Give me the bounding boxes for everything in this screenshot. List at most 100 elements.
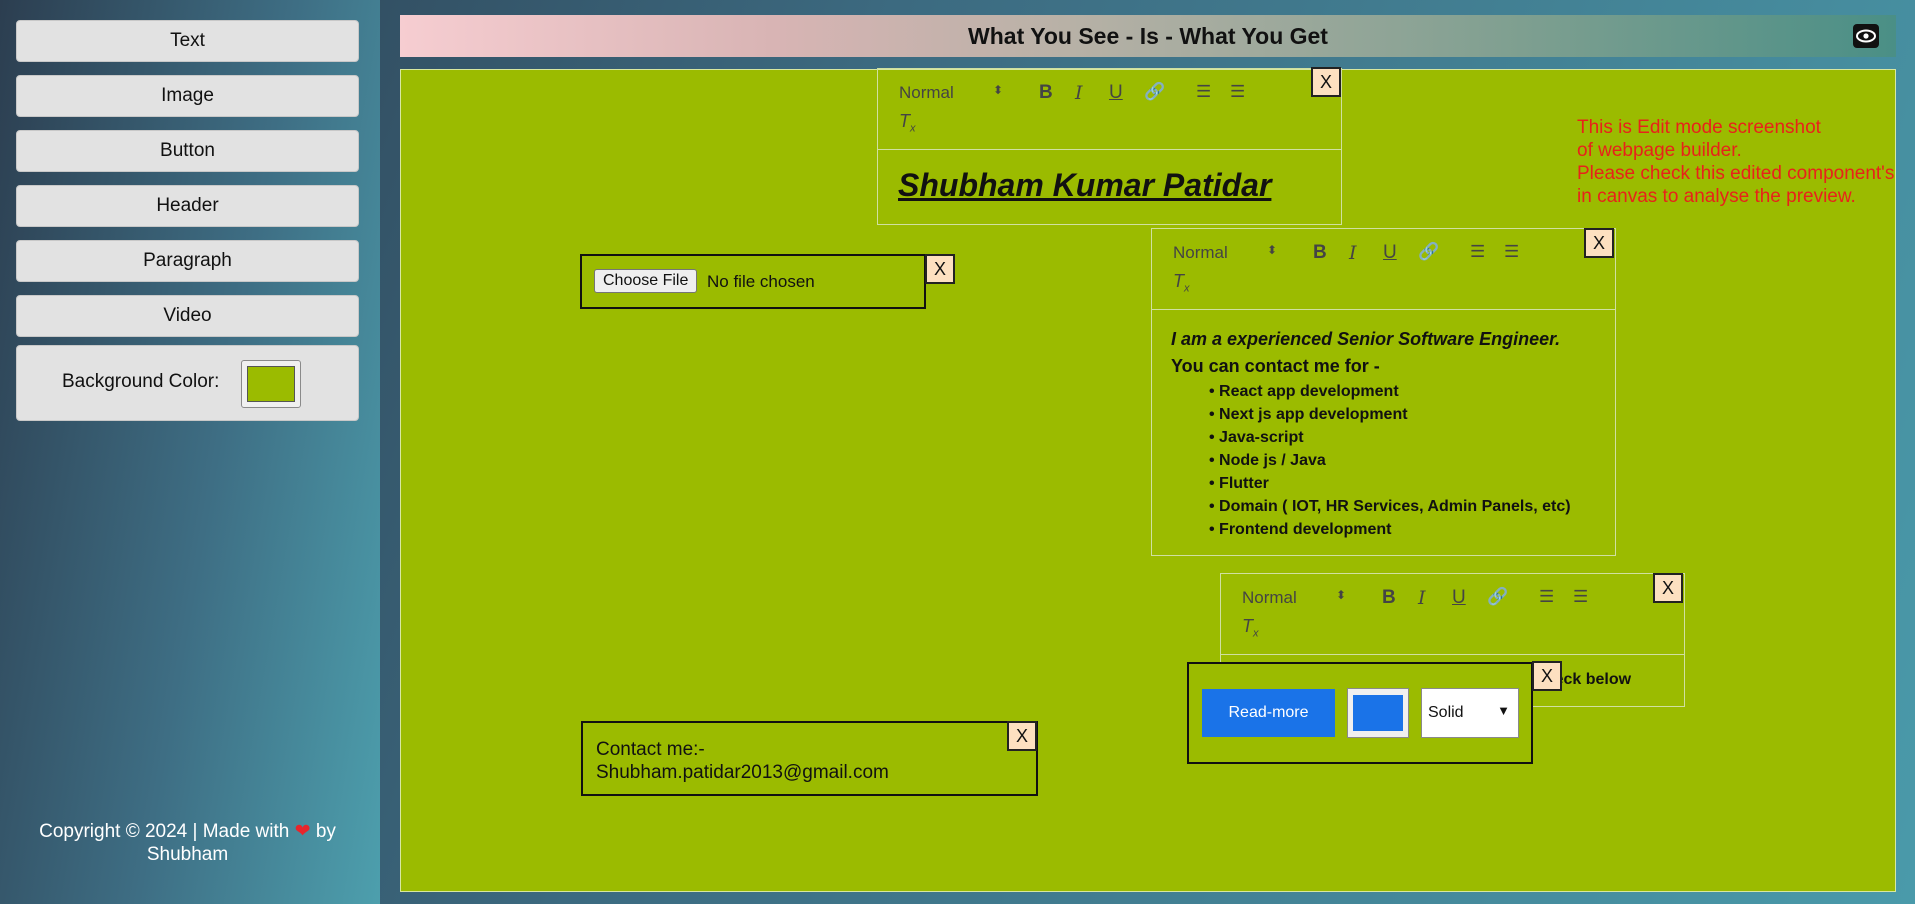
name-editor: Normal ⬍ B I U 🔗 ☰ ☰ Tx Shubham Kumar Pa… [877,68,1342,225]
close-button[interactable]: X [1311,67,1341,97]
list-item: Domain ( IOT, HR Services, Admin Panels,… [1209,495,1571,518]
add-video-button[interactable]: Video [16,295,359,337]
note-line: of webpage builder. [1577,140,1742,161]
close-button[interactable]: X [925,254,955,284]
clear-format-icon[interactable]: Tx [1173,271,1190,295]
page-title: What You See - Is - What You Get [968,22,1328,49]
contact-block[interactable]: Contact me:- Shubham.patidar2013@gmail.c… [581,721,1038,796]
list-item: Next js app development [1209,403,1571,426]
border-style-value: Solid [1428,704,1464,721]
close-label: X [1661,577,1674,598]
italic-icon[interactable]: I [1418,587,1426,609]
list-item: Node js / Java [1209,449,1571,472]
link-icon[interactable]: 🔗 [1487,587,1508,607]
add-image-button[interactable]: Image [16,75,359,117]
bullet-list-icon[interactable]: ☰ [1504,242,1519,262]
add-button-label: Button [160,140,215,161]
close-button[interactable]: X [1532,661,1562,691]
add-button-button[interactable]: Button [16,130,359,172]
choose-file-button[interactable]: Choose File [594,269,698,293]
close-button[interactable]: X [1653,573,1683,603]
button-block: Read-more Solid ▼ [1187,662,1533,764]
bold-icon[interactable]: B [1382,587,1396,609]
about-content[interactable]: I am a experienced Senior Software Engin… [1171,326,1571,541]
ordered-list-icon[interactable]: ☰ [1196,82,1211,102]
note-line: This is Edit mode screenshot [1577,117,1821,138]
underline-icon[interactable]: U [1109,82,1123,104]
list-item: Frontend development [1209,518,1571,541]
eye-icon[interactable] [1852,22,1880,50]
file-status: No file chosen [707,272,815,291]
select-arrows-icon: ⬍ [1267,243,1278,257]
add-text-button[interactable]: Text [16,20,359,62]
app-header: What You See - Is - What You Get [400,15,1896,57]
background-color-row: Background Color: [16,345,359,421]
image-upload-block: Choose File No file chosen [580,254,926,309]
editor-toolbar: Normal ⬍ B I U 🔗 ☰ ☰ Tx [878,69,1341,150]
about-editor: Normal ⬍ B I U 🔗 ☰ ☰ Tx I am a experienc… [1151,228,1616,556]
close-button[interactable]: X [1584,228,1614,258]
name-heading[interactable]: Shubham Kumar Patidar [898,167,1271,204]
note-line: in canvas to analyse the preview. [1577,186,1856,207]
italic-icon[interactable]: I [1349,242,1357,264]
close-button[interactable]: X [1007,721,1037,751]
read-more-label: Read-more [1228,704,1309,721]
close-label: X [933,258,946,279]
background-color-swatch [247,366,295,402]
about-line-2: You can contact me for - [1171,356,1380,376]
chevron-down-icon: ▼ [1497,703,1510,718]
bold-icon[interactable]: B [1313,242,1327,264]
close-label: X [1592,232,1605,253]
close-label: X [1319,71,1332,92]
add-paragraph-button[interactable]: Paragraph [16,240,359,282]
add-header-button[interactable]: Header [16,185,359,227]
add-text-label: Text [170,30,205,51]
style-select[interactable]: Normal [899,83,954,103]
footer: Copyright © 2024 | Made with ❤ by Shubha… [16,820,359,866]
underline-icon[interactable]: U [1383,242,1397,264]
editor-toolbar: Normal ⬍ B I U 🔗 ☰ ☰ Tx [1152,229,1615,310]
link-icon[interactable]: 🔗 [1418,242,1439,262]
select-arrows-icon: ⬍ [1336,588,1347,602]
add-header-label: Header [156,195,219,216]
about-line-1: I am a experienced Senior Software Engin… [1171,329,1561,349]
close-label: X [1015,725,1028,746]
close-label: X [1540,665,1553,686]
contact-email: Shubham.patidar2013@gmail.com [596,762,889,783]
ordered-list-icon[interactable]: ☰ [1470,242,1485,262]
read-more-button[interactable]: Read-more [1202,689,1335,737]
select-arrows-icon: ⬍ [993,83,1004,97]
footer-suffix: by [315,821,336,842]
link-icon[interactable]: 🔗 [1144,82,1165,102]
list-item: Java-script [1209,426,1571,449]
editor-toolbar: Normal ⬍ B I U 🔗 ☰ ☰ Tx [1221,574,1684,655]
add-image-label: Image [161,85,214,106]
footer-author: Shubham [146,844,229,865]
sidebar: Text Image Button Header Paragraph Video… [0,0,380,904]
clear-format-icon[interactable]: Tx [899,111,916,135]
add-video-label: Video [163,305,212,326]
italic-icon[interactable]: I [1075,82,1083,104]
footer-prefix: Copyright © 2024 | Made with [39,821,290,842]
background-color-label: Background Color: [62,371,220,392]
border-style-select[interactable]: Solid ▼ [1421,688,1519,738]
background-color-picker[interactable] [241,360,301,408]
list-item: React app development [1209,380,1571,403]
list-item: Flutter [1209,472,1571,495]
bullet-list-icon[interactable]: ☰ [1230,82,1245,102]
style-select[interactable]: Normal [1242,588,1297,608]
underline-icon[interactable]: U [1452,587,1466,609]
clear-format-icon[interactable]: Tx [1242,616,1259,640]
style-select[interactable]: Normal [1173,243,1228,263]
skills-list: React app development Next js app develo… [1171,380,1571,541]
edit-mode-note: This is Edit mode screenshot of webpage … [1577,116,1894,208]
ordered-list-icon[interactable]: ☰ [1539,587,1554,607]
button-color-picker[interactable] [1347,688,1409,738]
heart-icon: ❤ [294,821,311,842]
button-color-swatch [1353,695,1403,731]
bullet-list-icon[interactable]: ☰ [1573,587,1588,607]
note-line: Please check this edited component's [1577,163,1895,184]
contact-line-1: Contact me:- [596,739,705,760]
add-paragraph-label: Paragraph [143,250,232,271]
bold-icon[interactable]: B [1039,82,1053,104]
